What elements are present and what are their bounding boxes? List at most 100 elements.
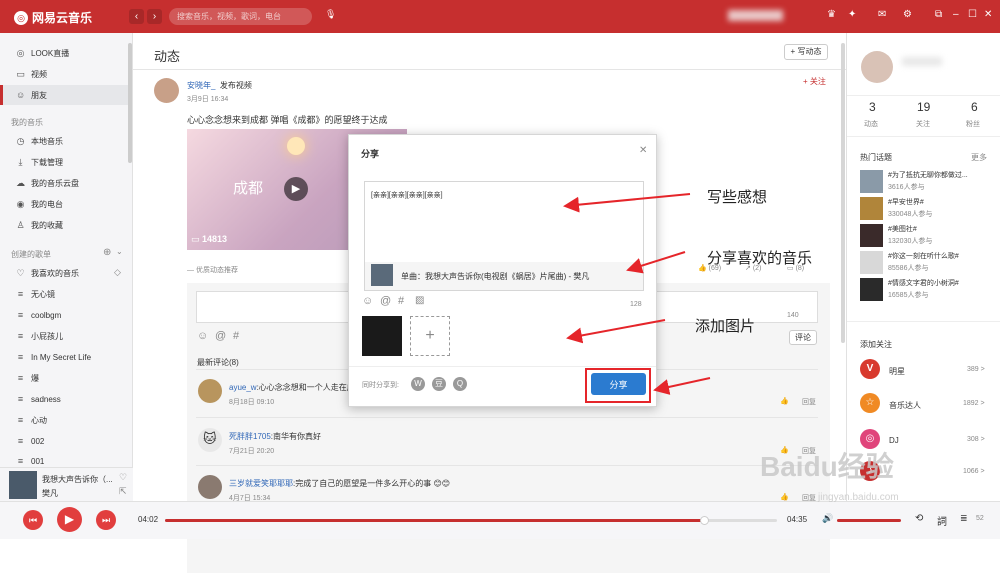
- forward-button[interactable]: ›: [147, 9, 162, 24]
- sidebar-scrollbar[interactable]: [128, 43, 132, 163]
- video-play-icon[interactable]: ▶: [284, 177, 308, 201]
- follow-category[interactable]: 明星: [889, 366, 905, 377]
- topic-thumb[interactable]: [860, 197, 883, 220]
- weibo-icon[interactable]: W: [411, 377, 425, 391]
- hashtag-icon[interactable]: #: [398, 295, 404, 307]
- add-playlist-icon[interactable]: ⊕: [103, 247, 111, 258]
- playlist-item[interactable]: ≡ 002: [0, 431, 128, 451]
- reply-button[interactable]: 回复: [802, 397, 816, 407]
- comment-button[interactable]: 评论: [789, 330, 817, 345]
- settings-icon[interactable]: ⚙: [903, 9, 912, 20]
- loop-icon[interactable]: ⟲: [915, 513, 923, 524]
- sidebar-item-download[interactable]: ⤓ 下载管理: [0, 152, 128, 172]
- progress-knob[interactable]: [699, 516, 709, 525]
- playlist-item[interactable]: ≡ 小屁孩儿: [0, 326, 128, 346]
- topic-title[interactable]: #为了抵抗无聊你都做过...: [888, 170, 968, 180]
- sidebar-item-local[interactable]: ◷ 本地音乐: [0, 131, 128, 151]
- microphone-icon[interactable]: 🎙: [325, 9, 336, 20]
- comment-like-icon[interactable]: 👍: [780, 397, 789, 405]
- commenter-avatar[interactable]: [198, 475, 222, 499]
- sidebar-item-radio[interactable]: ◉ 我的电台: [0, 194, 128, 214]
- play-icon[interactable]: ▶: [57, 507, 82, 532]
- sidebar-item-friends[interactable]: ☺ 朋友: [0, 85, 128, 105]
- douban-icon[interactable]: 豆: [432, 377, 446, 391]
- playlist-item[interactable]: ≡ In My Secret Life: [0, 347, 128, 367]
- sidebar-item-cloud[interactable]: ☁ 我的音乐云盘: [0, 173, 128, 193]
- emoji-icon[interactable]: ☺: [362, 295, 373, 307]
- minimize-icon[interactable]: –: [953, 9, 959, 20]
- follow-count[interactable]: 308 >: [967, 436, 985, 443]
- shared-song[interactable]: 单曲：我想大声告诉你(电视剧《蜗居》片尾曲) - 樊凡: [365, 262, 643, 290]
- author-name[interactable]: 安晓年_: [187, 81, 215, 90]
- playlist-item[interactable]: ≡ 爆: [0, 368, 128, 388]
- chevron-down-icon[interactable]: ⌄: [116, 247, 123, 256]
- mention-icon[interactable]: @: [380, 295, 391, 307]
- share-icon[interactable]: ⇱: [119, 486, 127, 497]
- emoji-icon[interactable]: ☺: [197, 330, 208, 342]
- follow-button[interactable]: + 关注: [803, 76, 826, 87]
- topic-thumb[interactable]: [860, 224, 883, 247]
- album-cover[interactable]: [9, 471, 37, 499]
- topic-title[interactable]: #早安世界#: [888, 197, 924, 207]
- commenter-avatar[interactable]: [198, 379, 222, 403]
- follow-category[interactable]: 音乐达人: [889, 400, 921, 411]
- crown-icon[interactable]: ♛: [827, 9, 836, 20]
- star-category-icon[interactable]: V: [860, 359, 880, 379]
- playlist-item[interactable]: ≡ coolbgm: [0, 305, 128, 325]
- commenter-avatar[interactable]: 🐱: [198, 428, 222, 452]
- mention-icon[interactable]: @: [215, 330, 226, 342]
- more-link[interactable]: 更多: [971, 152, 987, 163]
- heartbeat-mode-icon[interactable]: ◇: [114, 267, 121, 278]
- app-logo[interactable]: ◎ 网易云音乐: [14, 9, 92, 26]
- volume-slider[interactable]: [837, 519, 901, 522]
- attached-image[interactable]: [362, 316, 402, 356]
- follow-count[interactable]: 1892 >: [963, 400, 985, 407]
- like-heart-icon[interactable]: ♡: [119, 472, 127, 483]
- hashtag-icon[interactable]: #: [233, 330, 239, 342]
- stat-value[interactable]: 19: [917, 100, 930, 114]
- write-post-button[interactable]: + 写动态: [784, 44, 828, 60]
- lyrics-icon[interactable]: 詞: [937, 513, 947, 528]
- sidebar-item-video[interactable]: ▭ 视频: [0, 64, 128, 84]
- next-track-icon[interactable]: ⏭: [96, 510, 116, 530]
- stat-value[interactable]: 3: [869, 100, 876, 114]
- stat-value[interactable]: 6: [971, 100, 978, 114]
- dialog-close-icon[interactable]: ✕: [639, 145, 647, 156]
- follow-count[interactable]: 389 >: [967, 366, 985, 373]
- music-star-icon[interactable]: ☆: [860, 393, 880, 413]
- follow-count[interactable]: 1066 >: [963, 468, 985, 475]
- share-text-area[interactable]: [亲亲][亲亲][亲亲][亲亲] 单曲：我想大声告诉你(电视剧《蜗居》片尾曲) …: [364, 181, 644, 291]
- playlist-item[interactable]: ≡ 心动: [0, 410, 128, 430]
- volume-icon[interactable]: 🔊: [822, 513, 833, 524]
- image-icon[interactable]: ▨: [415, 295, 424, 306]
- topic-title[interactable]: #情感文字君的小树洞#: [888, 278, 959, 288]
- back-button[interactable]: ‹: [129, 9, 144, 24]
- sidebar-item-collection[interactable]: ♙ 我的收藏: [0, 215, 128, 235]
- now-playing-artist[interactable]: 樊凡: [42, 488, 58, 499]
- message-icon[interactable]: ✉: [878, 9, 886, 20]
- topic-thumb[interactable]: [860, 251, 883, 274]
- follow-category[interactable]: DJ: [889, 436, 899, 445]
- skin-icon[interactable]: ✦: [848, 9, 856, 20]
- playlist-item[interactable]: ♡ 我喜欢的音乐: [0, 263, 128, 283]
- playlist-icon[interactable]: ≣: [960, 513, 968, 524]
- playlist-item[interactable]: ≡ sadness: [0, 389, 128, 409]
- sidebar-item-look[interactable]: ◎ LOOK直播: [0, 43, 128, 63]
- progress-track[interactable]: [165, 516, 777, 525]
- mini-mode-icon[interactable]: ⧉: [935, 9, 942, 20]
- topic-thumb[interactable]: [860, 278, 883, 301]
- topic-thumb[interactable]: [860, 170, 883, 193]
- author-avatar[interactable]: [154, 78, 179, 103]
- qzone-icon[interactable]: Q: [453, 377, 467, 391]
- topic-title[interactable]: #你这一刻在听什么歌#: [888, 251, 959, 261]
- search-input[interactable]: [169, 8, 312, 25]
- comment-like-icon[interactable]: 👍: [780, 493, 789, 501]
- add-image-button[interactable]: +: [410, 316, 450, 356]
- user-avatar[interactable]: [861, 51, 893, 83]
- now-playing[interactable]: 我想大声告诉你（... 樊凡 ♡ ⇱: [0, 467, 133, 501]
- playlist-item[interactable]: ≡ 无心镜: [0, 284, 128, 304]
- close-icon[interactable]: ✕: [984, 9, 992, 20]
- previous-track-icon[interactable]: ⏮: [23, 510, 43, 530]
- topic-title[interactable]: #美图社#: [888, 224, 917, 234]
- main-scrollbar[interactable]: [841, 43, 845, 343]
